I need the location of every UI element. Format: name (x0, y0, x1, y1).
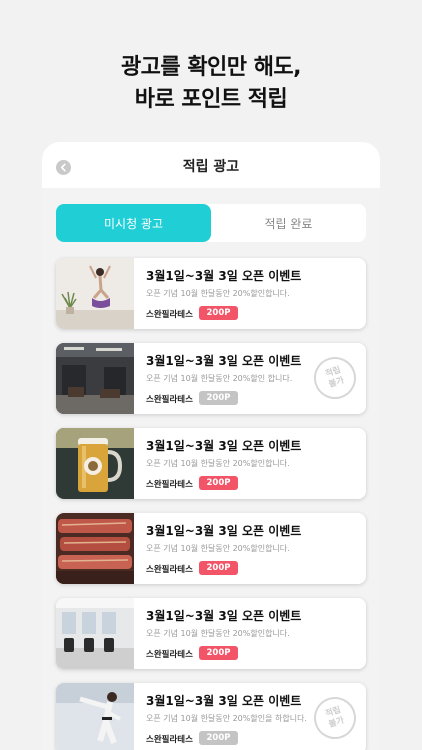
ad-thumbnail-taekwondo (56, 683, 134, 750)
ad-brand: 스완필라테스 (146, 735, 193, 745)
ad-title: 3월1일~3월 3일 오픈 이벤트 (146, 694, 302, 708)
ad-title: 3월1일~3월 3일 오픈 이벤트 (146, 269, 302, 283)
points-badge: 200P (199, 306, 238, 320)
ad-brand: 스완필라테스 (146, 310, 193, 320)
ad-card[interactable]: 3월1일~3월 3일 오픈 이벤트 오픈 기념 10월 한달동안 20%할인합니… (56, 428, 366, 499)
tab-unwatched-ads[interactable]: 미시청 광고 (56, 204, 211, 242)
ad-card[interactable]: 3월1일~3월 3일 오픈 이벤트 오픈 기념 10월 한달동안 20%할인을 … (56, 683, 366, 750)
ad-brand: 스완필라테스 (146, 565, 193, 575)
ad-card[interactable]: 3월1일~3월 3일 오픈 이벤트 오픈 기념 10월 한달동안 20%할인합니… (56, 513, 366, 584)
ad-thumbnail-salon (56, 598, 134, 669)
phone-screen: 적립 광고 미시청 광고 적립 완료 3월1일~3월 3일 오픈 이벤트 오픈 … (42, 142, 380, 750)
points-badge: 200P (199, 731, 238, 745)
ad-description: 오픈 기념 10월 한달동안 20%할인 합니다. (146, 374, 293, 383)
ad-brand: 스완필라테스 (146, 480, 193, 490)
ad-title: 3월1일~3월 3일 오픈 이벤트 (146, 609, 302, 623)
promo-headline: 광고를 확인만 해도, 바로 포인트 적립 (0, 52, 422, 116)
headline-line-2: 바로 포인트 적립 (134, 87, 288, 112)
headline-line-1: 광고를 확인만 해도, (120, 55, 302, 80)
points-badge: 200P (199, 476, 238, 490)
ad-list: 3월1일~3월 3일 오픈 이벤트 오픈 기념 10월 한달동안 20%할인합니… (56, 258, 366, 750)
ad-brand: 스완필라테스 (146, 395, 193, 405)
ad-title: 3월1일~3월 3일 오픈 이벤트 (146, 524, 302, 538)
ad-title: 3월1일~3월 3일 오픈 이벤트 (146, 439, 302, 453)
tab-earned-complete[interactable]: 적립 완료 (211, 204, 366, 242)
ad-thumbnail-pilates (56, 258, 134, 329)
not-eligible-stamp: 적립 불가 (308, 351, 362, 405)
ad-brand: 스완필라테스 (146, 650, 193, 660)
ad-thumbnail-meat (56, 513, 134, 584)
ad-description: 오픈 기념 10월 한달동안 20%할인합니다. (146, 289, 290, 298)
ad-description: 오픈 기념 10월 한달동안 20%할인합니다. (146, 629, 290, 638)
ad-card[interactable]: 3월1일~3월 3일 오픈 이벤트 오픈 기념 10월 한달동안 20%할인합니… (56, 258, 366, 329)
ad-title: 3월1일~3월 3일 오픈 이벤트 (146, 354, 302, 368)
points-badge: 200P (199, 391, 238, 405)
ad-description: 오픈 기념 10월 한달동안 20%할인합니다. (146, 544, 290, 553)
points-badge: 200P (199, 561, 238, 575)
not-eligible-stamp: 적립 불가 (308, 691, 362, 745)
ad-card[interactable]: 3월1일~3월 3일 오픈 이벤트 오픈 기념 10월 한달동안 20%할인 합… (56, 343, 366, 414)
top-bar: 적립 광고 (42, 142, 380, 188)
ad-description: 오픈 기념 10월 한달동안 20%할인을 하합니다. (146, 714, 307, 723)
ad-description: 오픈 기념 10월 한달동안 20%할인합니다. (146, 459, 290, 468)
ad-card[interactable]: 3월1일~3월 3일 오픈 이벤트 오픈 기념 10월 한달동안 20%할인합니… (56, 598, 366, 669)
screen-title: 적립 광고 (182, 159, 240, 175)
ad-thumbnail-cafe (56, 343, 134, 414)
points-badge: 200P (199, 646, 238, 660)
tab-bar: 미시청 광고 적립 완료 (56, 204, 366, 242)
ad-thumbnail-beer (56, 428, 134, 499)
